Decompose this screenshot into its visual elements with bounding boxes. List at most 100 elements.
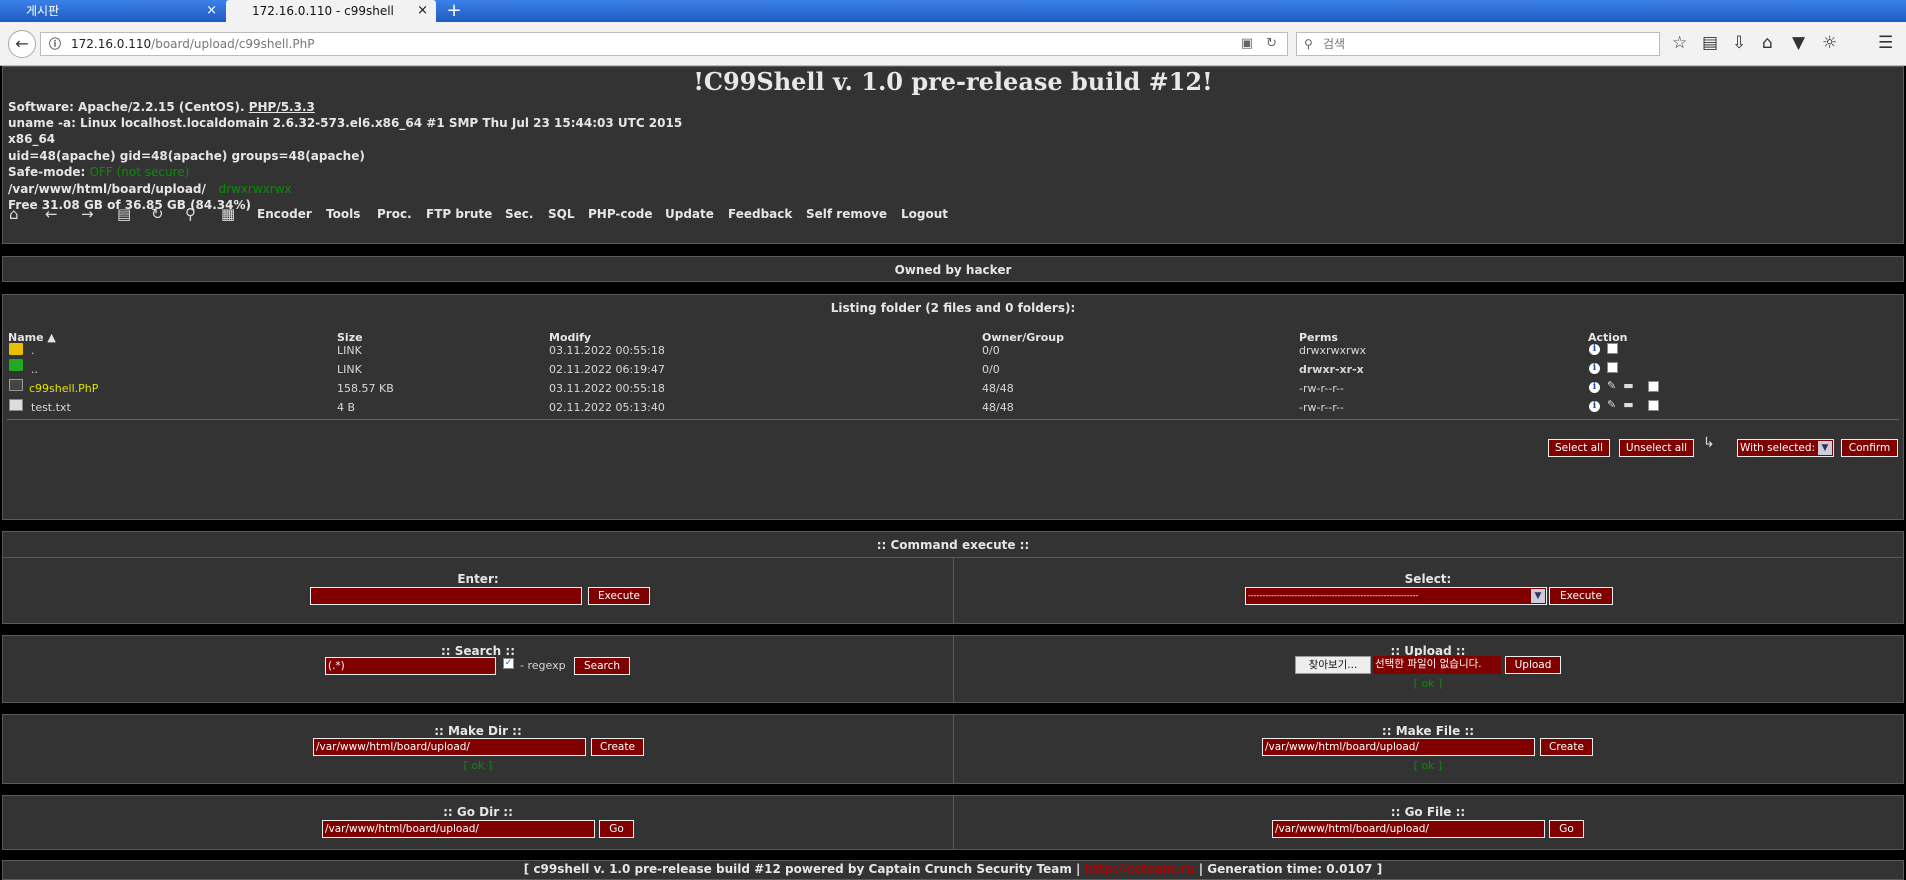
file-modify: 03.11.2022 00:55:18 <box>549 382 665 395</box>
menu-sql[interactable]: SQL <box>548 207 575 221</box>
search-input[interactable]: ⚲ 검색 <box>1296 32 1660 56</box>
home-icon[interactable]: ⌂ <box>1762 33 1773 53</box>
software-text: Software: Apache/2.2.15 (CentOS). <box>8 100 249 114</box>
command-select[interactable]: ----------------------------------------… <box>1245 587 1547 605</box>
menu-sec[interactable]: Sec. <box>505 207 533 221</box>
library-icon[interactable]: ▤ <box>1702 33 1718 53</box>
footer: [ c99shell v. 1.0 pre-release build #12 … <box>2 860 1904 880</box>
path-link[interactable]: /var/www/html/board/upload/ <box>8 182 206 196</box>
footer-link[interactable]: http://ccteam.ru <box>1085 862 1195 876</box>
col-owner[interactable]: Owner/Group <box>982 331 1064 344</box>
execute-button[interactable]: Execute <box>588 587 650 605</box>
file-perms[interactable]: -rw-r--r-- <box>1299 382 1344 395</box>
menu-encoder[interactable]: Encoder <box>257 207 312 221</box>
pocket-icon[interactable]: ▼ <box>1792 33 1805 53</box>
make-file-input[interactable]: /var/www/html/board/upload/ <box>1262 738 1535 756</box>
tab-board[interactable]: 게시판 × <box>0 0 225 22</box>
home-icon[interactable]: ⌂ <box>9 205 19 223</box>
search-button[interactable]: Search <box>574 657 630 675</box>
url-path: /board/upload/c99shell.PhP <box>151 37 315 51</box>
tab-c99shell[interactable]: 172.16.0.110 - c99shell × <box>226 0 436 22</box>
row-checkbox[interactable] <box>1607 361 1618 373</box>
file-modify: 02.11.2022 06:19:47 <box>549 363 665 376</box>
file-name[interactable]: . <box>31 344 35 357</box>
execute-select-button[interactable]: Execute <box>1549 587 1613 605</box>
create-dir-button[interactable]: Create <box>591 738 644 756</box>
back-arrow-icon[interactable]: ← <box>45 205 58 223</box>
menu-php-code[interactable]: PHP-code <box>588 207 653 221</box>
edit-icon[interactable]: ✎ <box>1607 398 1616 411</box>
url-bar[interactable]: ⓘ 172.16.0.110/board/upload/c99shell.PhP… <box>40 32 1288 56</box>
buffer-icon[interactable]: ▦ <box>221 205 235 223</box>
command-execute-header: :: Command execute :: <box>2 531 1904 558</box>
safe-mode-info: Safe-mode: OFF (not secure) <box>8 165 189 179</box>
php-version-link[interactable]: PHP/5.3.3 <box>249 100 315 114</box>
reader-icon[interactable]: ▣ <box>1241 33 1253 55</box>
reload-icon[interactable]: ↻ <box>1266 33 1277 55</box>
row-checkbox[interactable] <box>1647 380 1659 392</box>
close-icon[interactable]: × <box>206 0 217 22</box>
regexp-checkbox[interactable]: ✓ <box>503 658 514 669</box>
new-tab-button[interactable]: + <box>444 0 464 22</box>
search-icon[interactable]: ⚲ <box>185 205 196 223</box>
download-icon[interactable]: ▬ <box>1623 379 1633 392</box>
file-listing: Listing folder (2 files and 0 folders): … <box>2 294 1904 520</box>
menu-self-remove[interactable]: Self remove <box>806 207 887 221</box>
go-dir-input[interactable]: /var/www/html/board/upload/ <box>322 820 595 838</box>
upload-button[interactable]: Upload <box>1505 656 1561 674</box>
menu-ftp-brute[interactable]: FTP brute <box>426 207 492 221</box>
menu-update[interactable]: Update <box>665 207 714 221</box>
menu-icon[interactable]: ☰ <box>1878 33 1893 53</box>
edit-icon[interactable]: ✎ <box>1607 379 1616 392</box>
with-selected-select[interactable]: With selected: ▼ <box>1737 439 1834 457</box>
make-dir-input[interactable]: /var/www/html/board/upload/ <box>313 738 586 756</box>
text-file-icon <box>9 399 23 411</box>
close-icon[interactable]: × <box>417 0 428 22</box>
refresh-icon[interactable]: ↻ <box>151 205 164 223</box>
bookmark-star-icon[interactable]: ☆ <box>1672 33 1687 53</box>
menu-tools[interactable]: Tools <box>326 207 360 221</box>
file-perms[interactable]: drwxr-xr-x <box>1299 363 1364 376</box>
go-file-button[interactable]: Go <box>1549 820 1584 838</box>
create-file-button[interactable]: Create <box>1540 738 1593 756</box>
php-file-icon <box>9 379 23 391</box>
go-dir-button[interactable]: Go <box>599 820 634 838</box>
browse-button[interactable]: 찾아보기... <box>1295 656 1371 674</box>
sync-icon[interactable]: ☼ <box>1822 33 1837 53</box>
safe-mode-label: Safe-mode: <box>8 165 90 179</box>
info-icon[interactable]: ⓘ <box>49 33 61 55</box>
row-checkbox[interactable] <box>1647 399 1659 411</box>
menu-proc[interactable]: Proc. <box>377 207 412 221</box>
info-icon[interactable]: i <box>1589 401 1600 412</box>
col-size[interactable]: Size <box>337 331 363 344</box>
go-file-input[interactable]: /var/www/html/board/upload/ <box>1272 820 1545 838</box>
search-field[interactable]: (.*) <box>325 657 496 675</box>
unselect-all-button[interactable]: Unselect all <box>1619 439 1694 457</box>
info-icon[interactable]: i <box>1589 382 1600 393</box>
download-icon[interactable]: ⇩ <box>1732 33 1746 53</box>
info-icon[interactable]: i <box>1589 363 1600 374</box>
col-perms[interactable]: Perms <box>1299 331 1338 344</box>
select-all-button[interactable]: Select all <box>1548 439 1610 457</box>
go-dir-label: :: Go Dir :: <box>443 805 513 819</box>
file-name[interactable]: c99shell.PhP <box>29 382 98 395</box>
row-checkbox[interactable] <box>1607 342 1618 354</box>
file-name[interactable]: .. <box>31 363 38 376</box>
file-modify: 03.11.2022 00:55:18 <box>549 344 665 357</box>
search-upload-panel: :: Search :: (.*) ✓ - regexp Search :: U… <box>2 635 1904 703</box>
col-modify[interactable]: Modify <box>549 331 591 344</box>
download-icon[interactable]: ▬ <box>1623 398 1633 411</box>
back-button[interactable]: ← <box>8 30 36 58</box>
file-perms[interactable]: drwxrwxrwx <box>1299 344 1366 357</box>
file-name[interactable]: test.txt <box>31 401 71 414</box>
menu-logout[interactable]: Logout <box>901 207 948 221</box>
folder-up-icon[interactable]: ▤ <box>117 205 131 223</box>
file-perms[interactable]: -rw-r--r-- <box>1299 401 1344 414</box>
search-label: :: Search :: <box>440 644 515 658</box>
menu-feedback[interactable]: Feedback <box>728 207 792 221</box>
forward-arrow-icon[interactable]: → <box>81 205 94 223</box>
command-input[interactable] <box>310 587 582 605</box>
info-icon[interactable]: i <box>1589 344 1600 355</box>
row-actions: i <box>1589 341 1618 355</box>
confirm-button[interactable]: Confirm <box>1841 439 1898 457</box>
